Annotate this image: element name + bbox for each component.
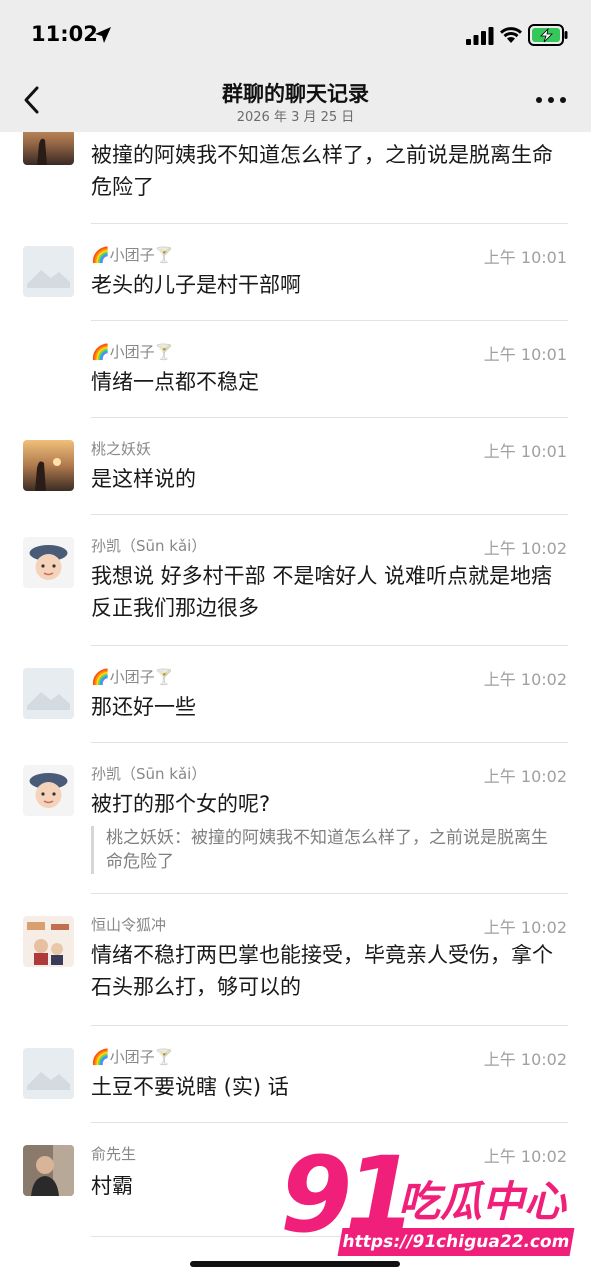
placeholder-avatar[interactable]: [23, 246, 74, 297]
location-arrow-icon: [95, 27, 111, 43]
message-text: 那还好一些: [91, 695, 196, 719]
poster-avatar[interactable]: [23, 916, 74, 967]
message-divider: [91, 223, 568, 224]
message-divider: [91, 742, 568, 743]
message-divider: [91, 1122, 568, 1123]
sender-name: 🌈小团子🍸: [91, 1048, 174, 1066]
message-divider: [91, 1025, 568, 1026]
status-bar: 11:02: [0, 0, 591, 70]
message-time: 上午 10:02: [483, 670, 567, 689]
message-divider: [91, 320, 568, 321]
message-divider: [91, 893, 568, 894]
message-divider: [91, 645, 568, 646]
child-avatar[interactable]: [23, 765, 74, 816]
battery-charging-icon: [528, 24, 568, 46]
message-time: 上午 10:01: [483, 248, 567, 267]
top-bar: 11:02 群聊的聊天记录 2026 年 3 月 25 日: [0, 0, 591, 132]
message-text: 老头的儿子是村干部啊: [91, 273, 301, 297]
status-time: 11:02: [31, 22, 98, 46]
sender-name: 孙凯（Sūn kǎi）: [91, 765, 207, 783]
placeholder-avatar[interactable]: [23, 1048, 74, 1099]
message-time: 上午 10:01: [483, 442, 567, 461]
sender-name: 孙凯（Sūn kǎi）: [91, 537, 207, 555]
man-avatar[interactable]: [23, 1145, 74, 1196]
sender-name: 🌈小团子🍸: [91, 668, 174, 686]
signal-icon: [466, 27, 494, 45]
message-time: 上午 10:01: [483, 345, 567, 364]
message-time: 上午 10:02: [483, 918, 567, 937]
message-time: 上午 10:02: [483, 767, 567, 786]
page-title: 群聊的聊天记录: [222, 82, 369, 106]
message-text: 是这样说的: [91, 467, 196, 491]
sender-name: 俞先生: [91, 1145, 137, 1163]
message-divider: [91, 417, 568, 418]
sunset-avatar[interactable]: [23, 440, 74, 491]
more-options-icon[interactable]: [536, 97, 566, 105]
message-text: 情绪一点都不稳定: [91, 370, 259, 394]
sender-name: 恒山令狐冲: [91, 916, 167, 934]
message-text: 情绪不稳打两巴掌也能接受，毕竟亲人受伤，拿个石头那么打，够可以的: [91, 943, 553, 999]
home-indicator[interactable]: [190, 1261, 400, 1267]
sender-name: 🌈小团子🍸: [91, 343, 174, 361]
watermark-logo: 91 吃瓜中心 https://91chigua22.com: [280, 1140, 580, 1265]
child-avatar[interactable]: [23, 537, 74, 588]
message-divider: [91, 514, 568, 515]
message-text: 我想说 好多村干部 不是啥好人 说难听点就是地痞 反正我们那边很多: [91, 564, 553, 620]
page-date: 2026 年 3 月 25 日: [236, 110, 355, 125]
message-text: 被打的那个女的呢?: [91, 792, 271, 816]
sender-name: 桃之妖妖: [91, 440, 152, 458]
placeholder-avatar[interactable]: [23, 668, 74, 719]
message-time: 上午 10:02: [483, 1050, 567, 1069]
message-text: 土豆不要说瞎 (实) 话: [91, 1075, 289, 1099]
watermark-url: https://91chigua22.com: [337, 1228, 575, 1256]
message-time: 上午 10:02: [483, 539, 567, 558]
wifi-icon: [500, 27, 522, 43]
message-text: 被撞的阿姨我不知道怎么样了，之前说是脱离生命危险了: [91, 143, 553, 199]
quoted-message[interactable]: 桃之妖妖：被撞的阿姨我不知道怎么样了，之前说是脱离生命危险了: [91, 826, 561, 874]
sender-name: 🌈小团子🍸: [91, 246, 174, 264]
watermark-brand: 吃瓜中心: [398, 1177, 567, 1226]
